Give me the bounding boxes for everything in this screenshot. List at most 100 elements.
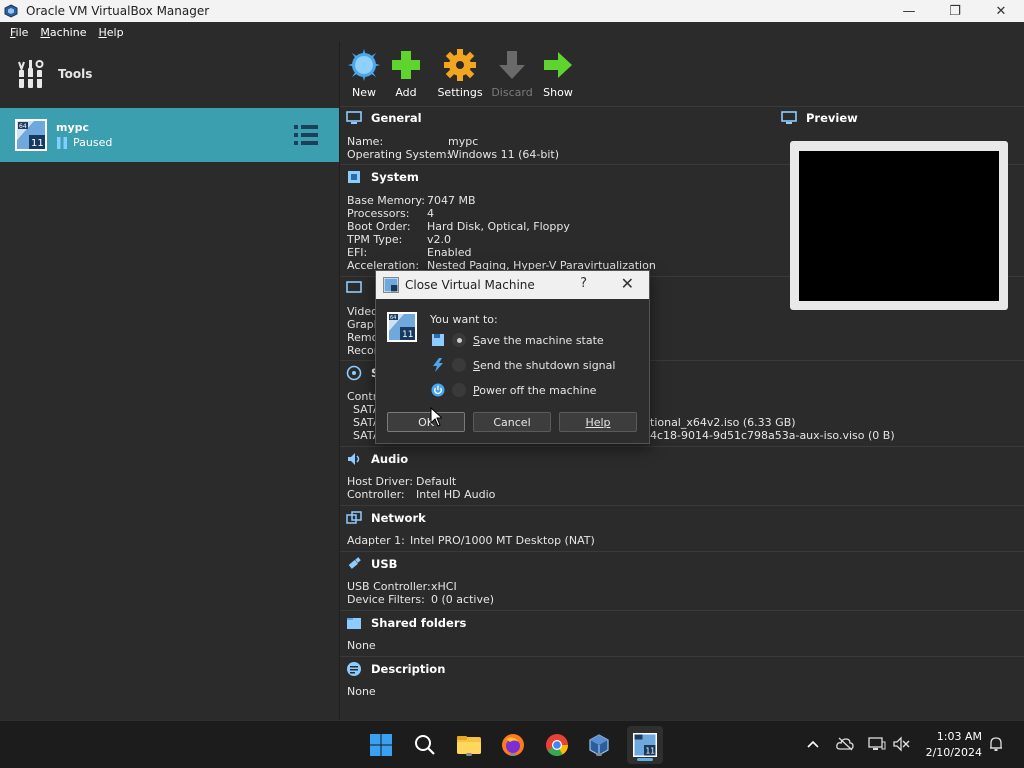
preview-frame [790,141,1008,310]
radio-shutdown-signal[interactable] [452,358,466,372]
menu-help[interactable]: Help [92,26,129,39]
firefox-taskbar-button[interactable] [499,731,527,759]
clock-time: 1:03 AM [936,730,982,743]
section-description[interactable]: Description [346,661,445,677]
virtualbox-app-icon [4,4,18,18]
general-name-row: Name: mypc [347,135,479,148]
section-general[interactable]: General [346,110,422,126]
taskbar: 11 1:03 AM 2/10/2024 [0,720,1024,768]
ok-button[interactable]: OK [387,412,465,432]
add-plus-icon [392,51,420,79]
section-shared-folders[interactable]: Shared folders [346,615,466,631]
window-titlebar: Oracle VM VirtualBox Manager — ❐ ✕ [0,0,1024,22]
audio-row: Host Driver: Default [347,475,457,488]
save-state-icon [432,334,444,346]
section-display[interactable] [346,280,371,296]
option-shutdown-signal[interactable]: Send the shutdown signal [431,358,615,372]
mouse-cursor-icon [430,407,442,427]
section-network[interactable]: Network [346,510,426,526]
section-audio[interactable]: Audio [346,451,408,467]
virtualbox-taskbar-button[interactable] [585,731,613,759]
option-save-state[interactable]: Save the machine state [431,333,604,347]
preview-monitor-icon [781,111,797,124]
section-system[interactable]: System [346,169,419,185]
menu-bar: File Machine Help [0,22,1024,42]
storage-viso-value: 4c18-9014-9d51c798a53a-aux-iso.viso (0 B… [650,429,895,442]
svg-text:11: 11 [402,330,413,340]
storage-iso-value: tional_x64v2.iso (6.33 GB) [650,416,796,429]
description-icon [347,662,361,676]
speaker-muted-icon [893,736,910,752]
dialog-vm-icon [383,277,399,293]
description-value: None [347,685,376,698]
add-button[interactable]: Add [382,42,430,106]
svg-text:11: 11 [646,747,656,756]
onedrive-tray-icon[interactable] [836,735,854,753]
file-explorer-taskbar-button[interactable] [455,731,483,759]
dialog-titlebar: Close Virtual Machine ? ✕ [376,271,649,299]
dialog-help-icon[interactable]: ? [580,276,587,291]
windows11-vm-icon: 11 [633,733,657,757]
general-os-row: Operating System: Windows 11 (64-bit) [347,148,559,161]
show-button[interactable]: Show [534,42,582,106]
dialog-prompt: You want to: [430,313,498,326]
tools-item[interactable]: Tools [0,42,339,106]
new-starburst-icon [348,49,380,81]
paused-icon [57,136,67,149]
mypc-vm-taskbar-button[interactable]: 11 [627,726,663,764]
windows11-vm-large-icon: 64 11 [387,312,417,342]
settings-button[interactable]: Settings [436,42,484,106]
dialog-close-icon[interactable]: ✕ [621,274,634,293]
close-window-button[interactable]: ✕ [978,0,1024,22]
vm-details-menu-icon[interactable] [293,123,319,147]
chip-icon [348,171,360,183]
monitor-icon [346,111,362,124]
minimize-button[interactable]: — [886,0,932,22]
tools-icon [18,60,44,88]
menu-machine[interactable]: Machine [34,26,92,39]
notifications-button[interactable] [987,735,1005,753]
svg-text:11: 11 [31,138,44,149]
chrome-icon [546,734,568,756]
network-icon [346,511,362,524]
search-taskbar-button[interactable] [411,731,439,759]
system-row: Boot Order: Hard Disk, Optical, Floppy [347,220,570,233]
system-row: Base Memory: 7047 MB [347,194,476,207]
system-row: EFI: Enabled [347,246,472,259]
chrome-taskbar-button[interactable] [543,731,571,759]
settings-gear-icon [444,49,476,81]
chevron-up-icon [807,740,819,748]
search-icon [415,735,435,755]
maximize-button[interactable]: ❐ [932,0,978,22]
svg-text:64: 64 [19,123,27,130]
machine-list-pane: Tools 64 11 mypc Paused [0,42,340,720]
radio-save-state[interactable] [452,333,466,347]
network-tray-icon[interactable] [868,735,886,753]
new-button[interactable]: New [340,42,388,106]
tools-label: Tools [58,67,93,81]
start-button[interactable] [367,731,395,759]
section-usb[interactable]: USB [346,556,397,572]
volume-tray-icon[interactable] [893,735,911,753]
usb-row: Device Filters: 0 (0 active) [347,593,495,606]
vm-list-item-mypc[interactable]: 64 11 mypc Paused [0,108,339,162]
taskbar-clock[interactable]: 1:03 AM 2/10/2024 [926,729,982,761]
help-button[interactable]: Help [559,412,637,432]
bell-icon [990,737,1002,751]
svg-text:64: 64 [390,315,396,321]
discard-button[interactable]: Discard [488,42,536,106]
cancel-button[interactable]: Cancel [473,412,551,432]
speaker-icon [348,453,360,465]
clock-date: 2/10/2024 [925,746,982,759]
option-power-off[interactable]: Power off the machine [431,383,596,397]
usb-icon [348,557,361,569]
display-row: Recor [347,344,379,357]
preview-header[interactable]: Preview [781,110,858,126]
shared-folders-value: None [347,639,376,652]
windows-logo-icon [370,734,392,756]
menu-file[interactable]: File [4,26,34,39]
radio-power-off[interactable] [452,383,466,397]
storage-row: Contr [347,390,378,403]
show-hidden-icons-button[interactable] [804,735,822,753]
show-arrow-right-icon [544,52,572,78]
